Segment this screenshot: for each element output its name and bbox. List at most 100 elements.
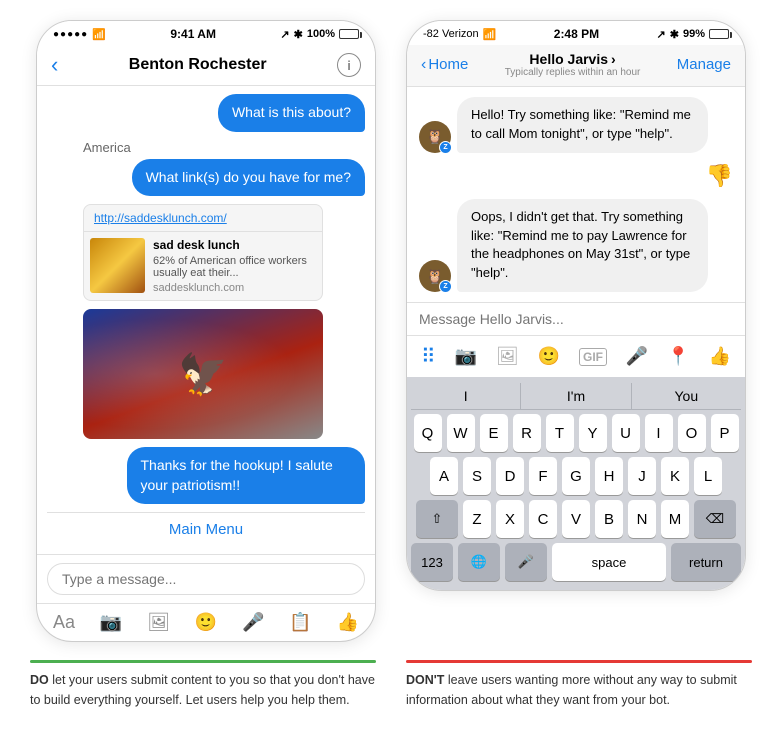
manage-button[interactable]: Manage	[677, 56, 731, 73]
key-b[interactable]: B	[595, 500, 623, 538]
jarvis-message-row-2: 🦉 Z Oops, I didn't get that. Try somethi…	[419, 199, 733, 292]
key-q[interactable]: Q	[414, 414, 442, 452]
key-s[interactable]: S	[463, 457, 491, 495]
link-domain: saddesklunch.com	[153, 282, 316, 294]
dont-label: DON'T	[406, 673, 444, 687]
info-button[interactable]: i	[337, 53, 361, 77]
mic-icon[interactable]: 🎤	[242, 612, 264, 633]
key-w[interactable]: W	[447, 414, 475, 452]
numbers-key[interactable]: 123	[411, 543, 453, 581]
wifi-icon: 📶	[92, 28, 106, 41]
thumbsdown-icon[interactable]: 👎	[706, 163, 733, 189]
left-status-bar: ●●●●● 📶 9:41 AM ↗ ✱ 100%	[37, 21, 375, 45]
key-k[interactable]: K	[661, 457, 689, 495]
thumbsup-icon[interactable]: 👍	[337, 612, 359, 633]
key-e[interactable]: E	[480, 414, 508, 452]
jarvis-message-row-1: 🦉 Z Hello! Try something like: "Remind m…	[419, 97, 733, 153]
battery-percent: 100%	[307, 28, 335, 40]
suggestion-i[interactable]: I	[411, 383, 521, 409]
jarvis-photo-icon[interactable]: 🖼	[496, 346, 519, 367]
right-battery-icon	[709, 29, 729, 39]
gif-button[interactable]: GIF	[579, 348, 607, 366]
jarvis-badge-icon-2: Z	[443, 283, 447, 290]
jarvis-mic-icon[interactable]: 🎤	[626, 346, 648, 367]
key-l[interactable]: L	[694, 457, 722, 495]
conversation-title: Benton Rochester	[58, 56, 337, 74]
return-key[interactable]: return	[671, 543, 741, 581]
key-f[interactable]: F	[529, 457, 557, 495]
right-arrow-icon: ↗	[657, 28, 666, 41]
key-z[interactable]: Z	[463, 500, 491, 538]
key-n[interactable]: N	[628, 500, 656, 538]
thumbsdown-row: 👎	[419, 163, 733, 189]
key-c[interactable]: C	[529, 500, 557, 538]
home-label[interactable]: Home	[428, 56, 468, 73]
globe-key[interactable]: 🌐	[458, 543, 500, 581]
kb-row-3: ⇧ Z X C V B N M ⌫	[411, 500, 741, 538]
jarvis-thumbsup-icon[interactable]: 👍	[709, 346, 731, 367]
jarvis-emoji-icon[interactable]: 🙂	[538, 346, 560, 367]
kb-row-1: Q W E R T Y U I O P	[411, 414, 741, 452]
right-battery-percent: 99%	[683, 28, 705, 40]
jarvis-badge: Z	[439, 141, 452, 154]
jarvis-input-row	[407, 302, 745, 335]
left-phone: ●●●●● 📶 9:41 AM ↗ ✱ 100% ‹ Benton Roches…	[36, 20, 376, 642]
key-t[interactable]: T	[546, 414, 574, 452]
main-menu-button[interactable]: Main Menu	[47, 512, 365, 546]
home-back-button[interactable]: ‹ Home	[421, 56, 468, 74]
link-url: http://saddesklunch.com/	[84, 205, 322, 232]
key-v[interactable]: V	[562, 500, 590, 538]
right-phone: -82 Verizon 📶 2:48 PM ↗ ✱ 99% ‹ Home Hel…	[406, 20, 746, 591]
kb-mic-key[interactable]: 🎤	[505, 543, 547, 581]
jarvis-camera-icon[interactable]: 📷	[455, 346, 477, 367]
left-status-left: ●●●●● 📶	[53, 28, 106, 41]
suggestion-im[interactable]: I'm	[521, 383, 631, 409]
location-arrow-icon: ↗	[280, 28, 289, 41]
key-o[interactable]: O	[678, 414, 706, 452]
key-x[interactable]: X	[496, 500, 524, 538]
link-description: 62% of American office workers usually e…	[153, 255, 316, 279]
back-button[interactable]: ‹	[51, 54, 58, 76]
font-icon[interactable]: Aa	[53, 612, 75, 633]
key-r[interactable]: R	[513, 414, 541, 452]
key-a[interactable]: A	[430, 457, 458, 495]
key-p[interactable]: P	[711, 414, 739, 452]
battery-icon	[339, 29, 359, 39]
phones-row: ●●●●● 📶 9:41 AM ↗ ✱ 100% ‹ Benton Roches…	[36, 20, 746, 642]
emoji-icon[interactable]: 🙂	[195, 612, 217, 633]
camera-icon[interactable]: 📷	[100, 612, 122, 633]
name-chevron-icon: ›	[611, 51, 616, 67]
key-d[interactable]: D	[496, 457, 524, 495]
key-g[interactable]: G	[562, 457, 590, 495]
image-inner: 🦅	[83, 309, 323, 439]
location-icon[interactable]: 📍	[667, 346, 689, 367]
apps-icon[interactable]: ⠿	[421, 344, 436, 369]
key-y[interactable]: Y	[579, 414, 607, 452]
link-title: sad desk lunch	[153, 238, 316, 252]
gallery-icon[interactable]: 🖼	[147, 612, 170, 633]
key-i[interactable]: I	[645, 414, 673, 452]
do-text: let your users submit content to you so …	[30, 673, 375, 706]
messenger-header: ‹ Benton Rochester i	[37, 45, 375, 86]
key-j[interactable]: J	[628, 457, 656, 495]
link-preview: http://saddesklunch.com/ sad desk lunch …	[83, 204, 323, 301]
link-thumbnail	[90, 238, 145, 293]
shift-key[interactable]: ⇧	[416, 500, 458, 538]
jarvis-center: Hello Jarvis › Typically replies within …	[468, 51, 676, 78]
delete-key[interactable]: ⌫	[694, 500, 736, 538]
key-m[interactable]: M	[661, 500, 689, 538]
jarvis-message-input[interactable]	[419, 311, 733, 327]
jarvis-header: ‹ Home Hello Jarvis › Typically replies …	[407, 45, 745, 87]
key-u[interactable]: U	[612, 414, 640, 452]
eagle-icon: 🦅	[178, 351, 228, 398]
space-key[interactable]: space	[552, 543, 666, 581]
kb-suggestions: I I'm You	[411, 383, 741, 410]
suggestion-you[interactable]: You	[632, 383, 741, 409]
link-text-block: sad desk lunch 62% of American office wo…	[153, 238, 316, 294]
do-caption: DO let your users submit content to you …	[30, 660, 376, 710]
left-time: 9:41 AM	[170, 27, 216, 41]
sticker-icon[interactable]: 📋	[289, 612, 311, 633]
kb-row-2: A S D F G H J K L	[411, 457, 741, 495]
message-input[interactable]	[47, 563, 365, 595]
key-h[interactable]: H	[595, 457, 623, 495]
